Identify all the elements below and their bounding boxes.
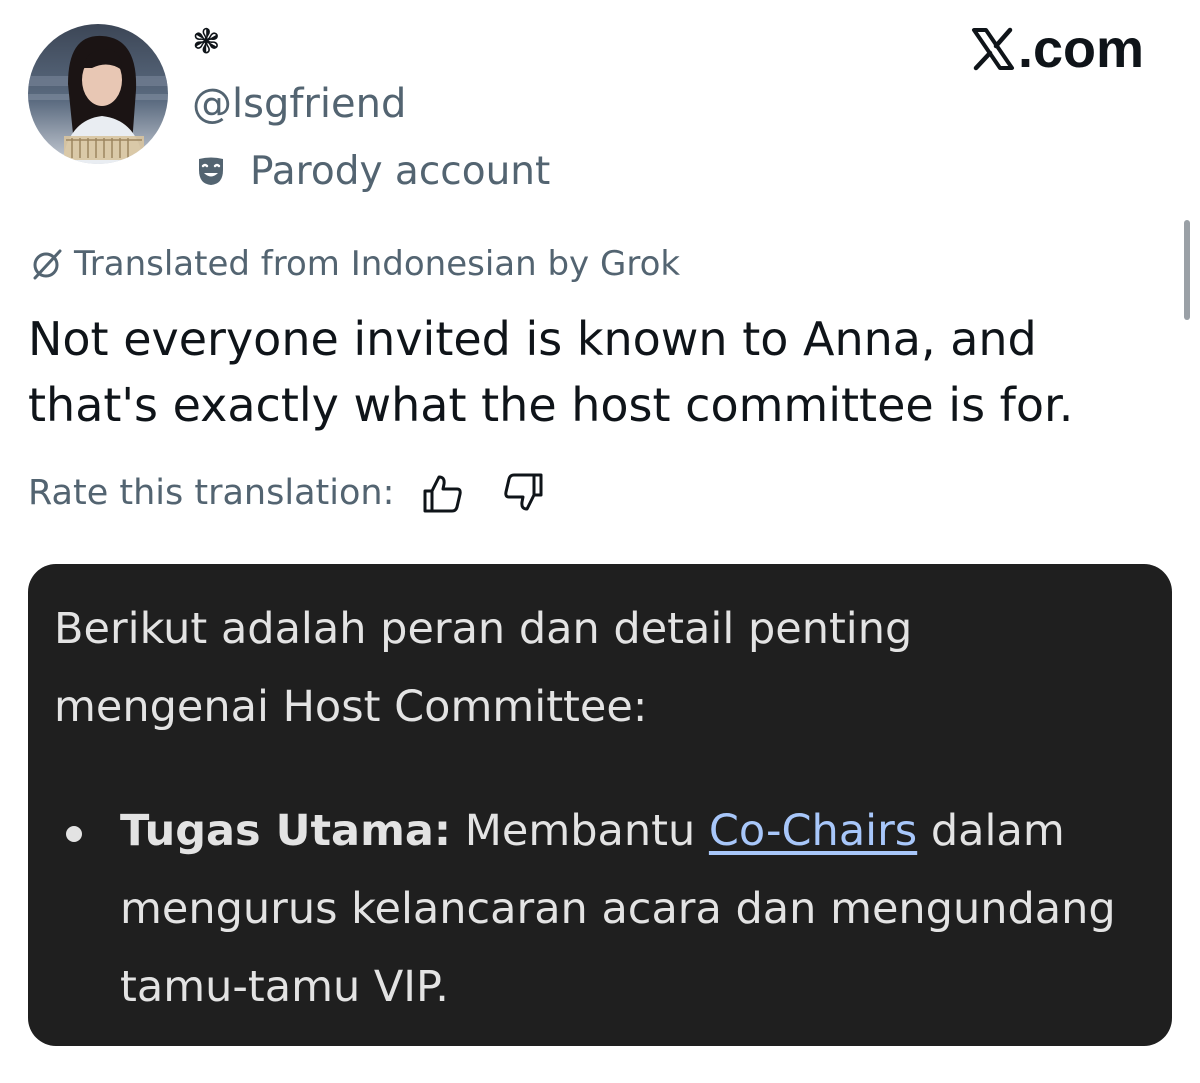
tweet-text: Not everyone invited is known to Anna, a… (28, 312, 1074, 432)
translation-notice-text: Translated from Indonesian by Grok (74, 244, 681, 284)
grok-icon (28, 245, 66, 283)
handle[interactable]: @lsgfriend (192, 80, 406, 128)
avatar[interactable] (28, 24, 168, 164)
attached-image[interactable]: Berikut adalah peran dan detail penting … (28, 564, 1172, 1046)
parody-label: Parody account (250, 148, 551, 194)
card-intro-text: Berikut adalah peran dan detail penting … (54, 604, 913, 732)
watermark-text: .com (1017, 19, 1144, 79)
x-com-watermark: .com (970, 18, 1144, 80)
thumbs-down-icon (504, 473, 543, 511)
x-logo-icon (971, 27, 1014, 71)
bullet-dot (66, 826, 82, 842)
avatar-photo (28, 24, 168, 164)
theater-mask-icon (192, 152, 230, 190)
co-chairs-link[interactable]: Co-Chairs (709, 806, 917, 856)
thumbs-up-icon (423, 475, 463, 513)
scrollbar[interactable] (1184, 220, 1190, 320)
translation-notice: Translated from Indonesian by Grok (28, 240, 680, 288)
display-name[interactable]: ❃ (192, 22, 221, 62)
thumbs-up-button[interactable] (418, 468, 468, 518)
card-bullet-item: Tugas Utama: Membantu Co-Chairs dalam me… (54, 792, 1154, 1026)
bullet-text-before-link: Membantu (451, 806, 709, 856)
bullet-text: Tugas Utama: Membantu Co-Chairs dalam me… (120, 792, 1154, 1026)
bullet-strong-label: Tugas Utama: (120, 806, 452, 856)
parody-label-row: Parody account (192, 146, 550, 196)
rate-translation-label: Rate this translation: (28, 473, 395, 513)
thumbs-down-button[interactable] (498, 468, 548, 518)
rate-translation-row: Rate this translation: (28, 466, 578, 520)
